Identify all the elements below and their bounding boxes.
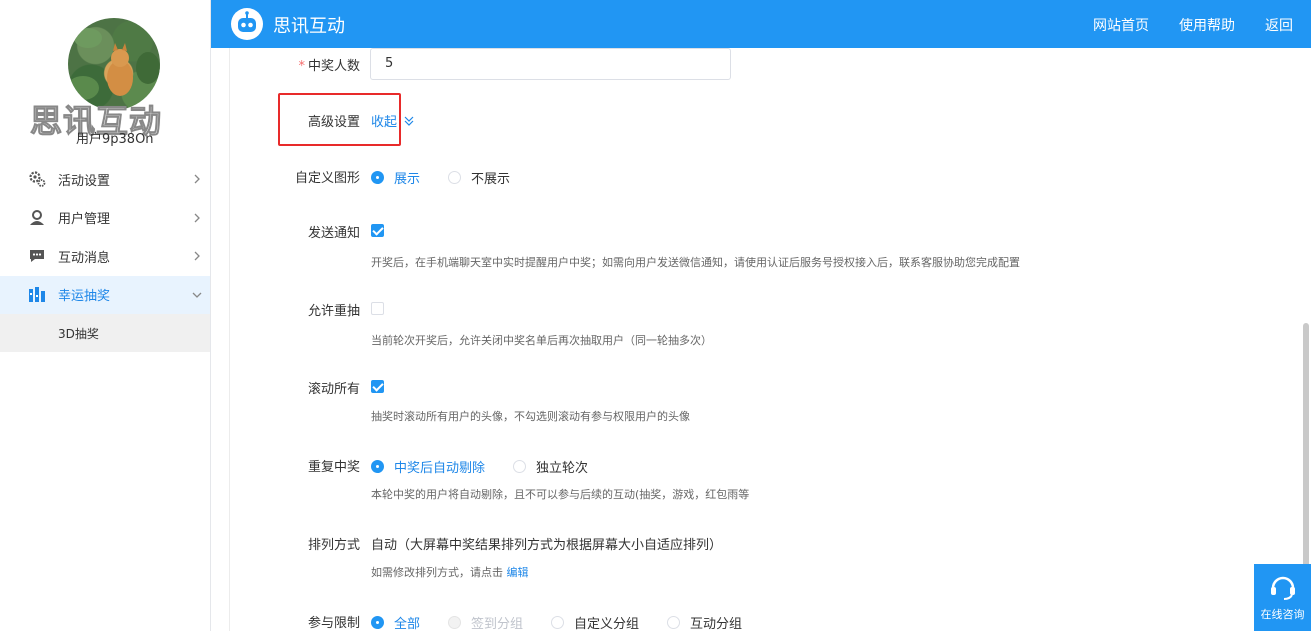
allow-redraw-hint: 当前轮次开奖后，允许关闭中奖名单后再次抽取用户（同一轮抽多次） — [371, 334, 712, 347]
sidebar-subitem-label: 3D抽奖 — [58, 326, 99, 341]
radio-independent-round-label: 独立轮次 — [536, 461, 589, 476]
sidebar-item-label: 用户管理 — [58, 212, 111, 228]
repeat-win-radio-group: 中奖后自动剔除 独立轮次 — [371, 457, 616, 476]
winners-input[interactable]: 5 — [370, 48, 731, 80]
repeat-win-label: 重复中奖 — [307, 460, 360, 475]
gear-icon — [28, 170, 46, 188]
advanced-label: 高级设置 — [307, 115, 360, 130]
scroll-all-checkbox[interactable] — [371, 380, 384, 393]
user-name: 用户9p38On — [76, 132, 154, 147]
sidebar-item-messages[interactable]: 互动消息 — [0, 237, 210, 276]
custom-shape-radio-group: 展示 不展示 — [371, 168, 538, 187]
robot-logo-icon — [231, 8, 263, 40]
sidebar: 思讯互动 用户9p38On 活动设置 用户管理 互动消息 幸运抽奖 3D抽奖 — [0, 0, 211, 631]
back-link[interactable]: 返回 — [1265, 15, 1293, 35]
radio-custom-group[interactable] — [551, 616, 565, 629]
arrange-label: 排列方式 — [307, 538, 360, 553]
radio-hide[interactable] — [448, 171, 462, 184]
allow-redraw-checkbox[interactable] — [371, 302, 384, 315]
winners-label: * 中奖人数 — [298, 59, 360, 74]
participation-label: 参与限制 — [307, 616, 360, 631]
main-content: * 中奖人数 5 高级设置 收起 自定义图形 展示 不展示 发送通知 开奖后，在… — [211, 48, 1311, 632]
sidebar-item-lucky-draw[interactable]: 幸运抽奖 — [0, 275, 210, 314]
send-notice-hint: 开奖后，在手机端聊天室中实时提醒用户中奖；如需向用户发送微信通知，请使用认证后服… — [371, 256, 1020, 269]
help-link[interactable]: 使用帮助 — [1179, 15, 1235, 35]
radio-independent-round[interactable] — [513, 460, 527, 473]
online-consult-button[interactable]: 在线咨询 — [1254, 564, 1311, 631]
scroll-all-label: 滚动所有 — [307, 382, 360, 397]
advanced-toggle[interactable]: 收起 — [371, 111, 415, 130]
top-header: 思讯互动 网站首页 使用帮助 返回 — [211, 0, 1311, 48]
chevron-right-icon — [194, 251, 200, 261]
radio-auto-remove[interactable] — [371, 460, 384, 473]
user-icon — [28, 209, 46, 227]
app-title: 思讯互动 — [273, 16, 345, 37]
sidebar-item-label: 活动设置 — [58, 173, 111, 189]
double-chevron-down-icon — [404, 116, 414, 126]
sidebar-item-label: 幸运抽奖 — [58, 289, 111, 305]
home-link[interactable]: 网站首页 — [1093, 15, 1149, 35]
required-mark: * — [298, 59, 305, 74]
form-panel: * 中奖人数 5 高级设置 收起 自定义图形 展示 不展示 发送通知 开奖后，在… — [229, 48, 1299, 632]
chevron-right-icon — [194, 213, 200, 222]
radio-show[interactable] — [371, 171, 384, 184]
radio-auto-remove-label: 中奖后自动剔除 — [394, 461, 486, 476]
sidebar-subitem-3d-draw[interactable]: 3D抽奖 — [0, 314, 210, 352]
radio-custom-group-label: 自定义分组 — [574, 617, 640, 632]
headset-icon — [1270, 576, 1295, 600]
custom-shape-label: 自定义图形 — [294, 171, 360, 186]
radio-checkin-group — [448, 616, 462, 629]
radio-interactive-group[interactable] — [667, 616, 681, 629]
sidebar-item-label: 互动消息 — [58, 250, 111, 266]
arrange-hint: 如需修改排列方式，请点击 编辑 — [371, 566, 529, 579]
edit-link[interactable]: 编辑 — [507, 566, 529, 579]
sidebar-item-activity-settings[interactable]: 活动设置 — [0, 160, 210, 199]
repeat-win-hint: 本轮中奖的用户将自动剔除，且不可以参与后续的互动(抽奖，游戏，红包雨等 — [371, 488, 750, 501]
radio-all[interactable] — [371, 616, 384, 629]
sidebar-item-user-management[interactable]: 用户管理 — [0, 199, 210, 238]
radio-show-label: 展示 — [394, 172, 421, 187]
radio-all-label: 全部 — [394, 617, 421, 632]
vertical-scrollbar[interactable] — [1303, 323, 1309, 593]
arrange-value: 自动（大屏幕中奖结果排列方式为根据屏幕大小自适应排列） — [371, 538, 723, 553]
chevron-right-icon — [194, 174, 200, 184]
chevron-down-icon — [192, 292, 202, 298]
sidebar-nav: 活动设置 用户管理 互动消息 幸运抽奖 3D抽奖 — [0, 160, 210, 352]
send-notice-label: 发送通知 — [307, 226, 360, 241]
chat-icon — [28, 247, 46, 265]
allow-redraw-label: 允许重抽 — [307, 304, 360, 319]
radio-hide-label: 不展示 — [471, 172, 511, 187]
send-notice-checkbox[interactable] — [371, 224, 384, 237]
participation-radio-group: 全部 签到分组 自定义分组 互动分组 — [371, 613, 770, 632]
radio-checkin-group-label: 签到分组 — [471, 617, 524, 632]
radio-interactive-group-label: 互动分组 — [690, 617, 743, 632]
header-links: 网站首页 使用帮助 返回 — [1093, 15, 1293, 35]
lottery-icon — [28, 286, 46, 304]
online-consult-label: 在线咨询 — [1260, 608, 1305, 621]
scroll-all-hint: 抽奖时滚动所有用户的头像，不勾选则滚动有参与权限用户的头像 — [371, 410, 690, 423]
